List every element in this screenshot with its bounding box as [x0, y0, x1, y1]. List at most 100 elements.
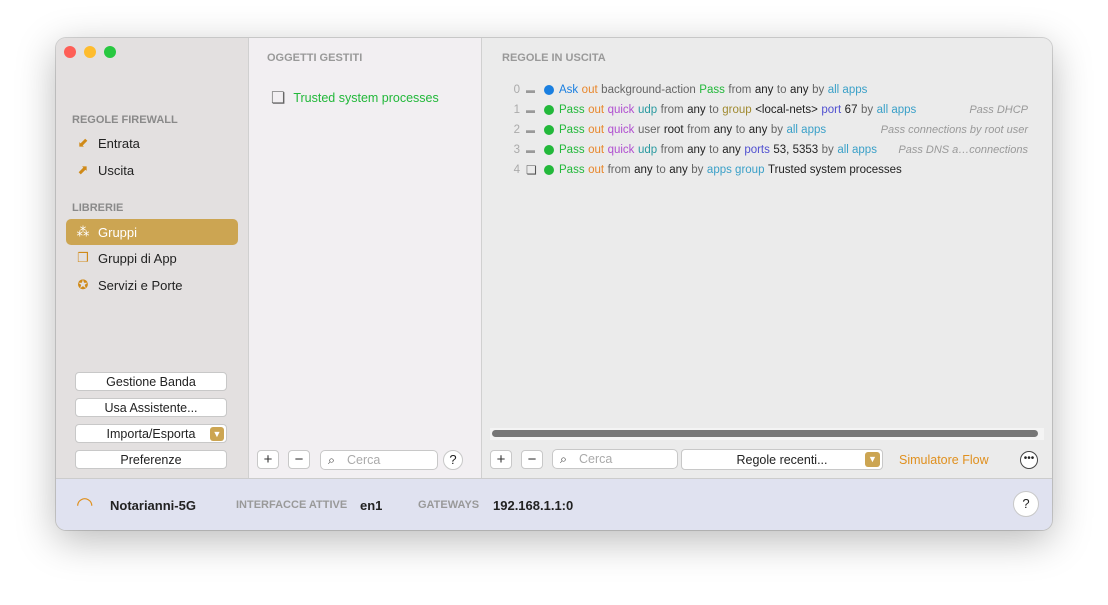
label: Importa/Esporta: [106, 427, 196, 441]
rule-token: port: [821, 104, 842, 116]
rule-token: any: [754, 84, 774, 96]
close-button[interactable]: [64, 46, 76, 58]
app-groups-icon: ❐: [77, 250, 89, 265]
sidebar-item-gruppi[interactable]: ⁂ Gruppi: [66, 219, 238, 245]
search-input[interactable]: ⌕ Cerca: [320, 450, 438, 470]
rule-token: root: [663, 124, 684, 136]
rule-token: out: [588, 164, 605, 176]
rule-token: Pass: [559, 104, 585, 116]
network-name: Notarianni-5G: [110, 498, 196, 513]
process-group-icon: ❏: [526, 163, 537, 177]
app-window: REGOLE FIREWALL ⬋ Entrata ⬈ Uscita LIBRERI…: [56, 38, 1052, 530]
rule-token: out: [588, 124, 605, 136]
interfaces-label: INTERFACCE ATTIVE: [236, 499, 348, 511]
rule-row[interactable]: 4 ❏ Pass out from any to any by apps group Trusted…: [508, 160, 1028, 180]
rule-token: Pass: [559, 164, 585, 176]
rule-token: any: [790, 84, 809, 96]
rule-token: user: [637, 124, 661, 136]
label: Entrata: [98, 135, 140, 151]
rule-token: to: [709, 104, 719, 116]
rule-number: 4: [513, 164, 520, 176]
label: Gruppi: [98, 224, 138, 240]
rule-row[interactable]: 2 ▬ Pass out quick user root from any to any by all …: [508, 120, 1028, 140]
rule-token: background-action: [601, 84, 696, 96]
assistant-button[interactable]: Usa Assistente...: [75, 398, 227, 417]
rule-token: all apps: [827, 84, 868, 96]
preferences-button[interactable]: Preferenze: [75, 450, 227, 469]
label: Gruppi di App: [98, 250, 177, 266]
rule-token: all apps: [837, 144, 877, 156]
sidebar: REGOLE FIREWALL ⬋ Entrata ⬈ Uscita LIBRERI…: [56, 38, 249, 478]
rule-token: Pass: [559, 124, 585, 136]
pass-status-icon: [544, 105, 554, 115]
rule-token: udp: [637, 104, 658, 116]
rule-token: udp: [637, 144, 658, 156]
sidebar-item-gruppi-di-app[interactable]: ❐ Gruppi di App: [66, 245, 238, 271]
bandwidth-button[interactable]: Gestione Banda: [75, 372, 227, 391]
zoom-button[interactable]: [104, 46, 116, 58]
import-export-popup[interactable]: Importa/Esporta ▼: [75, 424, 227, 443]
chevron-down-icon: ▼: [865, 452, 880, 467]
rule-token: quick: [607, 144, 635, 156]
help-button[interactable]: ?: [443, 450, 463, 470]
gateways-value: 192.168.1.1:0: [493, 498, 574, 513]
label: Servizi e Porte: [98, 277, 183, 293]
rule-token: all apps: [876, 104, 917, 116]
pass-status-icon: [544, 125, 554, 135]
outbound-rules-pane: REGOLE IN USCITA 0 ▬ Ask out background-acti…: [482, 38, 1052, 478]
pass-status-icon: [544, 165, 554, 175]
rule-token: quick: [607, 104, 635, 116]
remove-rule-button[interactable]: −: [521, 450, 543, 469]
drag-handle-icon[interactable]: ▬: [526, 105, 540, 115]
label: Trusted system processes: [293, 91, 439, 105]
scroll-thumb[interactable]: [492, 430, 1038, 437]
rule-number: 3: [513, 144, 520, 156]
placeholder: Cerca: [579, 452, 613, 466]
rule-token: out: [581, 84, 598, 96]
rule-token: any: [634, 164, 653, 176]
remove-button[interactable]: −: [288, 450, 310, 469]
search-icon: ⌕: [328, 453, 336, 467]
chevron-down-icon: ▼: [210, 427, 224, 441]
rule-token: any: [669, 164, 688, 176]
rule-token: by: [691, 164, 704, 176]
rule-token: any: [748, 124, 768, 136]
sidebar-item-uscita[interactable]: ⬈ Uscita: [66, 157, 238, 183]
drag-handle-icon[interactable]: ▬: [526, 125, 540, 135]
rule-token: from: [660, 104, 684, 116]
horizontal-scrollbar[interactable]: [490, 428, 1044, 440]
rule-token: to: [776, 84, 787, 96]
flow-simulator-link[interactable]: Simulatore Flow: [899, 453, 989, 467]
recent-rules-popup[interactable]: Regole recenti... ▼: [681, 449, 883, 470]
rule-row[interactable]: 1 ▬ Pass out quick udp from any to group <local-ne…: [508, 100, 1028, 120]
search-icon: ⌕: [560, 452, 568, 466]
list-item[interactable]: ❏ Trusted system processes: [271, 88, 439, 108]
rule-token: Pass: [699, 84, 725, 96]
rule-token: <local-nets>: [755, 104, 818, 116]
rule-token: out: [588, 144, 605, 156]
rules-search-input[interactable]: ⌕ Cerca: [552, 449, 678, 469]
rule-token: from: [607, 164, 631, 176]
drag-handle-icon[interactable]: ▬: [526, 145, 540, 155]
status-bar: ◠ Notarianni-5G INTERFACCE ATTIVE en1 GA…: [56, 478, 1052, 530]
rule-comment: Pass DNS a…connections: [898, 144, 1028, 156]
rule-comment: Pass connections by root user: [880, 124, 1028, 136]
pane-header: OGGETTI GESTITI: [267, 52, 363, 64]
drag-handle-icon[interactable]: ▬: [526, 85, 540, 95]
section-firewall-rules: REGOLE FIREWALL: [72, 114, 178, 126]
add-rule-button[interactable]: +: [490, 450, 512, 469]
label: Uscita: [98, 162, 135, 178]
placeholder: Cerca: [347, 453, 381, 467]
sidebar-item-servizi-e-porte[interactable]: ✪ Servizi e Porte: [66, 272, 238, 298]
rule-row[interactable]: 3 ▬ Pass out quick udp from any to any ports 53, 53…: [508, 140, 1028, 160]
rule-row[interactable]: 0 ▬ Ask out background-action Pass from any to an…: [508, 80, 1028, 100]
rule-token: by: [821, 144, 834, 156]
minimize-button[interactable]: [84, 46, 96, 58]
pass-status-icon: [544, 145, 554, 155]
rule-token: by: [770, 124, 783, 136]
more-options-icon[interactable]: •••: [1020, 451, 1038, 469]
help-button[interactable]: ?: [1013, 491, 1039, 517]
rule-token: from: [660, 144, 684, 156]
add-button[interactable]: +: [257, 450, 279, 469]
sidebar-item-entrata[interactable]: ⬋ Entrata: [66, 130, 238, 156]
